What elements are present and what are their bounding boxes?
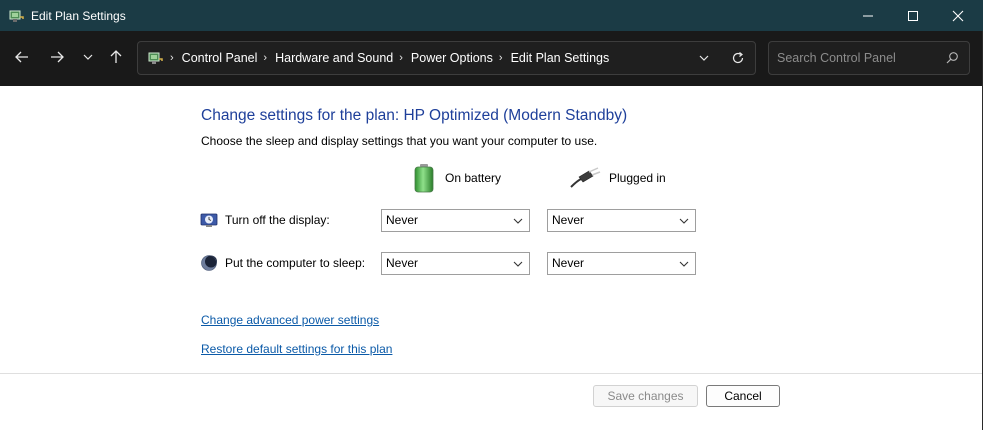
breadcrumb: › Control Panel › Hardware and Sound › P… (170, 42, 609, 74)
forward-button[interactable] (45, 45, 69, 69)
display-plugged-in-select[interactable]: Never (547, 209, 696, 232)
breadcrumb-power-options[interactable]: Power Options (411, 51, 493, 65)
sleep-plugged-in-value: Never (552, 256, 585, 270)
footer: Save changes Cancel (0, 373, 983, 430)
breadcrumb-hardware-and-sound[interactable]: Hardware and Sound (275, 51, 393, 65)
search-box[interactable] (768, 41, 970, 75)
breadcrumb-control-panel[interactable]: Control Panel (182, 51, 258, 65)
display-plugged-in-value: Never (552, 213, 585, 227)
maximize-button[interactable] (890, 0, 936, 31)
sleep-on-battery-select[interactable]: Never (381, 252, 530, 275)
battery-icon (414, 164, 434, 193)
chevron-down-icon (513, 218, 523, 224)
change-advanced-power-settings-link[interactable]: Change advanced power settings (201, 313, 379, 327)
title-bar: Edit Plan Settings (0, 0, 983, 31)
arrow-right-icon (51, 51, 64, 63)
back-button[interactable] (10, 45, 34, 69)
chevron-right-icon[interactable]: › (499, 52, 503, 64)
power-plug-icon (570, 167, 601, 188)
chevron-down-icon (699, 55, 709, 61)
sleep-plugged-in-select[interactable]: Never (547, 252, 696, 275)
refresh-icon (732, 52, 744, 64)
sleep-on-battery-value: Never (386, 256, 419, 270)
chevron-down-icon (513, 261, 523, 267)
arrow-up-icon (110, 50, 122, 63)
display-timer-icon (200, 211, 218, 229)
page-title: Change settings for the plan: HP Optimiz… (201, 107, 628, 124)
breadcrumb-edit-plan-settings[interactable]: Edit Plan Settings (511, 51, 610, 65)
save-changes-button[interactable]: Save changes (593, 385, 698, 407)
sleep-moon-icon (200, 254, 218, 272)
column-header-plugged-in: Plugged in (569, 162, 666, 194)
minimize-button[interactable] (845, 0, 891, 31)
chevron-down-icon (679, 218, 689, 224)
refresh-button[interactable] (730, 50, 746, 66)
arrow-left-icon (15, 51, 28, 63)
put-computer-to-sleep-label: Put the computer to sleep: (225, 256, 366, 270)
recent-locations-button[interactable] (76, 45, 100, 69)
control-panel-power-icon (8, 8, 24, 24)
close-button[interactable] (935, 0, 981, 31)
cancel-button[interactable]: Cancel (706, 385, 780, 407)
column-header-on-battery: On battery (411, 162, 501, 194)
restore-default-settings-link[interactable]: Restore default settings for this plan (201, 342, 392, 356)
plugged-in-label: Plugged in (609, 171, 666, 185)
page-subtitle: Choose the sleep and display settings th… (201, 134, 598, 148)
up-button[interactable] (104, 45, 128, 69)
chevron-right-icon[interactable]: › (399, 52, 403, 64)
chevron-right-icon: › (170, 52, 174, 64)
chevron-down-icon (83, 54, 93, 60)
address-bar[interactable]: › Control Panel › Hardware and Sound › P… (137, 41, 756, 75)
on-battery-label: On battery (445, 171, 502, 185)
display-on-battery-select[interactable]: Never (381, 209, 530, 232)
chevron-right-icon[interactable]: › (263, 52, 267, 64)
search-input[interactable] (777, 42, 942, 74)
display-on-battery-value: Never (386, 213, 419, 227)
address-dropdown-button[interactable] (696, 50, 712, 66)
turn-off-display-label: Turn off the display: (225, 213, 330, 227)
window-title: Edit Plan Settings (31, 9, 126, 23)
chevron-down-icon (679, 261, 689, 267)
navigation-bar: › Control Panel › Hardware and Sound › P… (0, 31, 983, 86)
search-icon[interactable] (945, 51, 959, 65)
control-panel-icon (147, 50, 163, 66)
